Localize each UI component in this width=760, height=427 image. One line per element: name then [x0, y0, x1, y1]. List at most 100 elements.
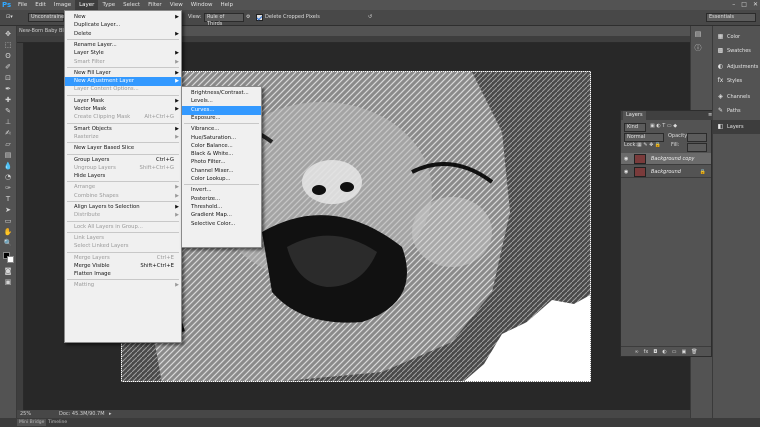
delete-layer-icon[interactable]: 🗑 — [691, 347, 697, 356]
healing-brush-tool-icon[interactable]: ✚ — [3, 96, 13, 105]
type-tool-icon[interactable]: T — [3, 195, 13, 204]
add-mask-icon[interactable]: ◘ — [653, 347, 657, 356]
layer-row[interactable]: ◉ Background copy — [621, 153, 711, 165]
quick-selection-tool-icon[interactable]: ✐ — [3, 63, 13, 72]
lasso-tool-icon[interactable]: ʘ — [3, 52, 13, 61]
close-icon[interactable]: ✕ — [753, 0, 758, 10]
menu-item-label: Merge Layers — [74, 254, 110, 261]
menu-image[interactable]: Image — [50, 0, 75, 10]
dodge-tool-icon[interactable]: ◔ — [3, 173, 13, 182]
shape-tool-icon[interactable]: ▭ — [3, 217, 13, 226]
dock-color[interactable]: ▦ Color — [713, 30, 760, 44]
dock-layers[interactable]: ◧ Layers — [713, 120, 760, 134]
visibility-eye-icon[interactable]: ◉ — [624, 156, 628, 162]
new-layer-icon[interactable]: ▣ — [681, 347, 686, 356]
delete-cropped-checkbox[interactable] — [256, 14, 263, 21]
menu-separator — [67, 142, 179, 144]
move-tool-icon[interactable]: ✥ — [3, 30, 13, 39]
marquee-tool-icon[interactable]: ⬚ — [3, 41, 13, 50]
link-layers-icon[interactable]: ∞ — [634, 347, 638, 356]
history-brush-tool-icon[interactable]: ✍ — [3, 129, 13, 138]
menu-window[interactable]: Window — [187, 0, 217, 10]
submenu-item-color-lookup[interactable]: Color Lookup... — [182, 175, 261, 184]
menu-separator — [67, 66, 179, 68]
gradient-tool-icon[interactable]: ▤ — [3, 151, 13, 160]
zoom-level[interactable]: 25% — [20, 410, 31, 418]
menu-edit[interactable]: Edit — [31, 0, 50, 10]
dock-swatches[interactable]: ▩ Swatches — [713, 44, 760, 58]
visibility-eye-icon[interactable]: ◉ — [624, 169, 628, 175]
eyedropper-tool-icon[interactable]: ✒ — [3, 85, 13, 94]
new-adjustment-icon[interactable]: ◐ — [662, 347, 666, 356]
menu-item-hide-layers[interactable]: Hide Layers — [65, 172, 181, 181]
menu-item-new-layer-based-slice[interactable]: New Layer Based Slice — [65, 144, 181, 153]
pen-tool-icon[interactable]: ✑ — [3, 184, 13, 193]
background-color-swatch[interactable] — [7, 256, 14, 263]
menu-view[interactable]: View — [166, 0, 187, 10]
opacity-field[interactable] — [687, 133, 707, 142]
history-panel-icon[interactable]: ▤ — [693, 30, 703, 39]
menu-item-label: Layer Style — [74, 50, 104, 57]
dock-channels[interactable]: ◈ Channels — [713, 90, 760, 104]
submenu-item-exposure[interactable]: Exposure... — [182, 114, 261, 123]
workspace-select[interactable]: Essentials — [706, 13, 756, 22]
layers-panel-title[interactable]: Layers — [623, 111, 646, 120]
brush-tool-icon[interactable]: ✎ — [3, 107, 13, 116]
filter-icons[interactable]: ▣ ◐ T ▭ ◆ — [650, 123, 677, 129]
layers-panel-header: Layers ≡ — [621, 111, 713, 120]
reset-icon[interactable]: ↺ — [368, 13, 372, 22]
adjustment-layer-submenu: Brightness/Contrast... Levels... Curves...… — [181, 86, 262, 248]
dock-adjustments[interactable]: ◐ Adjustments — [713, 60, 760, 74]
menu-help[interactable]: Help — [216, 0, 237, 10]
filter-kind-select[interactable]: Kind — [624, 123, 646, 132]
menu-separator — [67, 153, 179, 155]
menu-filter[interactable]: Filter — [144, 0, 166, 10]
quick-mask-icon[interactable]: ◙ — [3, 267, 13, 276]
layer-row[interactable]: ◉ Background 🔒 — [621, 166, 711, 178]
properties-panel-icon[interactable]: ⓘ — [693, 44, 703, 53]
fill-field[interactable] — [687, 143, 707, 152]
menu-item-create-clipping-mask: Create Clipping Mask Alt+Ctrl+G — [65, 113, 181, 122]
view-select[interactable]: Rule of Thirds — [204, 13, 244, 27]
dock-paths[interactable]: ✎ Paths — [713, 104, 760, 118]
path-selection-tool-icon[interactable]: ➤ — [3, 206, 13, 215]
zoom-tool-icon[interactable]: 🔍 — [3, 239, 13, 248]
menu-item-flatten-image[interactable]: Flatten Image — [65, 270, 181, 279]
menu-type[interactable]: Type — [98, 0, 119, 10]
submenu-item-selective-color[interactable]: Selective Color... — [182, 220, 261, 229]
menu-item-rasterize: Rasterize ▶ — [65, 133, 181, 142]
clone-stamp-tool-icon[interactable]: ⊥ — [3, 118, 13, 127]
tab-mini-bridge[interactable]: Mini Bridge — [17, 419, 47, 426]
crop-tool-icon[interactable]: ⊡ — [3, 74, 13, 83]
lock-icons[interactable]: ▦ ✎ ✥ 🔒 — [637, 141, 661, 150]
hand-tool-icon[interactable]: ✋ — [3, 228, 13, 237]
vertical-ruler — [17, 43, 24, 413]
menu-select[interactable]: Select — [119, 0, 144, 10]
menu-file[interactable]: File — [14, 0, 31, 10]
blur-tool-icon[interactable]: 💧 — [3, 162, 13, 171]
styles-panel-icon: fx — [717, 77, 724, 84]
ratio-select[interactable]: Unconstrained — [28, 13, 67, 22]
menu-item-label: Color Balance... — [191, 142, 233, 149]
menu-separator — [67, 181, 179, 183]
menu-item-layer-content-options: Layer Content Options... — [65, 85, 181, 94]
panel-dock: ▦ Color ▩ Swatches ◐ Adjustments fx Styles ◈ Chan… — [712, 26, 760, 418]
menu-layer[interactable]: Layer — [75, 0, 99, 10]
settings-gear-icon[interactable]: ⚙ — [246, 13, 250, 22]
minimize-icon[interactable]: – — [732, 0, 735, 10]
crop-tool-icon[interactable]: ⊡▾ — [6, 13, 13, 22]
menu-item-delete[interactable]: Delete ▶ — [65, 30, 181, 39]
new-group-icon[interactable]: ▭ — [672, 347, 677, 356]
panel-menu-icon[interactable]: ≡ — [705, 111, 715, 120]
layer-name: Background copy — [651, 156, 695, 162]
maximize-icon[interactable]: □ — [741, 0, 747, 10]
tab-timeline[interactable]: Timeline — [48, 419, 67, 426]
dock-styles[interactable]: fx Styles — [713, 74, 760, 88]
status-menu-arrow-icon[interactable]: ▸ — [109, 410, 112, 418]
color-panel-icon: ▦ — [717, 33, 724, 40]
menu-separator — [67, 251, 179, 253]
menu-bar-items: File Edit Image Layer Type Select Filter View Wi… — [14, 0, 237, 10]
eraser-tool-icon[interactable]: ▱ — [3, 140, 13, 149]
screen-mode-icon[interactable]: ▣ — [3, 278, 13, 287]
add-style-icon[interactable]: fx — [644, 347, 649, 356]
